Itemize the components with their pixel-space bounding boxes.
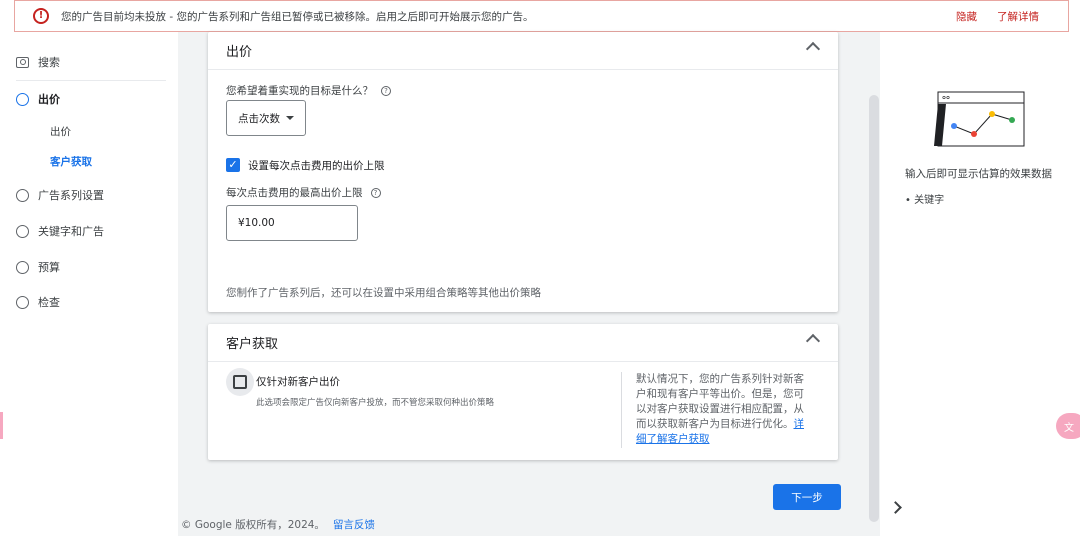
- feedback-link[interactable]: 留言反馈: [333, 519, 375, 531]
- nav-item-budget[interactable]: 预算: [16, 259, 60, 275]
- new-customer-checkbox-desc: 此选项会限定广告仅向新客户投放，而不管您采取何种出价策略: [256, 398, 495, 408]
- max-cpc-input[interactable]: ¥10.00: [226, 205, 358, 241]
- nav-divider: [16, 80, 166, 81]
- scrollbar[interactable]: [869, 95, 879, 522]
- goal-question: 您希望着重实现的目标是什么？?: [226, 83, 391, 98]
- right-panel: 输入后即可显示估算的效果数据 • 关键字: [880, 32, 1080, 536]
- new-customer-checkbox-label: 仅针对新客户出价: [256, 376, 340, 388]
- performance-chart-illustration: [934, 91, 1025, 147]
- nav-item-review[interactable]: 检查: [16, 294, 60, 310]
- estimate-text: 输入后即可显示估算的效果数据: [905, 168, 1052, 180]
- acquisition-info: 默认情况下，您的广告系列针对新客户和现有客户平等出价。但是，您可以对客户获取设置…: [636, 372, 814, 447]
- new-customer-checkbox-ripple[interactable]: [226, 368, 254, 396]
- nav-item-label: 广告系列设置: [38, 189, 104, 202]
- bidding-note: 您制作了广告系列后，还可以在设置中采用组合策略等其他出价策略: [226, 287, 541, 299]
- card-title: 出价: [226, 45, 253, 60]
- translate-icon[interactable]: 文: [1056, 413, 1080, 439]
- acquisition-card: 客户获取 仅针对新客户出价 此选项会限定广告仅向新客户投放，而不管您采取何种出价…: [208, 324, 838, 460]
- nav-item-label: 检查: [38, 296, 60, 309]
- caret-down-icon: [286, 116, 294, 120]
- bidding-card-header[interactable]: 出价: [208, 32, 838, 70]
- alert-banner: ! 您的广告目前均未投放 - 您的广告系列和广告组已暂停或已被移除。启用之后即可…: [14, 0, 1069, 32]
- nav-sub-acquisition[interactable]: 客户获取: [50, 154, 92, 169]
- chevron-up-icon[interactable]: [805, 333, 821, 349]
- bullet-keyword: • 关键字: [905, 195, 945, 206]
- card-title: 客户获取: [226, 337, 279, 352]
- vertical-divider: [621, 372, 622, 448]
- cap-checkbox-label: 设置每次点击费用的出价上限: [248, 160, 385, 172]
- max-cpc-label-text: 每次点击费用的最高出价上限: [226, 187, 363, 199]
- step-circle-icon: [16, 188, 29, 202]
- nav-item-bidding[interactable]: 出价: [16, 91, 60, 107]
- step-circle-icon: [16, 92, 29, 106]
- nav-item-keywords-ads[interactable]: 关键字和广告: [16, 223, 104, 239]
- help-icon[interactable]: ?: [370, 188, 381, 198]
- side-tab-handle[interactable]: [0, 412, 3, 439]
- max-cpc-label: 每次点击费用的最高出价上限?: [226, 185, 381, 200]
- alert-message: 您的广告目前均未投放 - 您的广告系列和广告组已暂停或已被移除。启用之后即可开始…: [61, 10, 534, 23]
- step-circle-icon: [16, 224, 29, 238]
- bidding-card: 出价 您希望着重实现的目标是什么？? 点击次数 ✓ 设置每次点击费用的出价上限 …: [208, 32, 838, 312]
- help-icon[interactable]: ?: [381, 86, 391, 96]
- acquisition-card-header[interactable]: 客户获取: [208, 324, 838, 362]
- new-customer-checkbox[interactable]: [233, 375, 247, 389]
- nav-item-label: 出价: [38, 93, 60, 106]
- nav-item-campaign-settings[interactable]: 广告系列设置: [16, 187, 104, 203]
- alert-icon: !: [33, 8, 49, 24]
- alert-learn-link[interactable]: 了解详情: [997, 9, 1039, 24]
- next-button[interactable]: 下一步: [773, 484, 841, 510]
- left-nav: 搜索 出价 出价 客户获取 广告系列设置 关键字和广告 预算 检查: [0, 32, 178, 536]
- nav-item-search[interactable]: 搜索: [16, 54, 60, 70]
- acquisition-info-text: 默认情况下，您的广告系列针对新客户和现有客户平等出价。但是，您可以对客户获取设置…: [636, 373, 804, 430]
- cap-checkbox[interactable]: ✓: [226, 158, 240, 172]
- step-circle-icon: [16, 295, 29, 309]
- footer: © Google 版权所有，2024。 留言反馈: [181, 517, 375, 532]
- alert-hide-link[interactable]: 隐藏: [956, 9, 977, 24]
- goal-question-text: 您希望着重实现的目标是什么？: [226, 85, 373, 97]
- nav-item-label: 预算: [38, 261, 60, 274]
- step-circle-icon: [16, 260, 29, 274]
- nav-item-label: 搜索: [38, 56, 60, 69]
- goal-dropdown[interactable]: 点击次数: [226, 100, 306, 136]
- chevron-up-icon[interactable]: [805, 41, 821, 57]
- search-icon: [16, 56, 29, 68]
- nav-sub-bidding[interactable]: 出价: [50, 124, 71, 139]
- goal-dropdown-value: 点击次数: [238, 112, 280, 125]
- copyright: © Google 版权所有，2024。: [181, 519, 325, 531]
- nav-item-label: 关键字和广告: [38, 225, 104, 238]
- bullet-keyword-text: 关键字: [914, 195, 945, 206]
